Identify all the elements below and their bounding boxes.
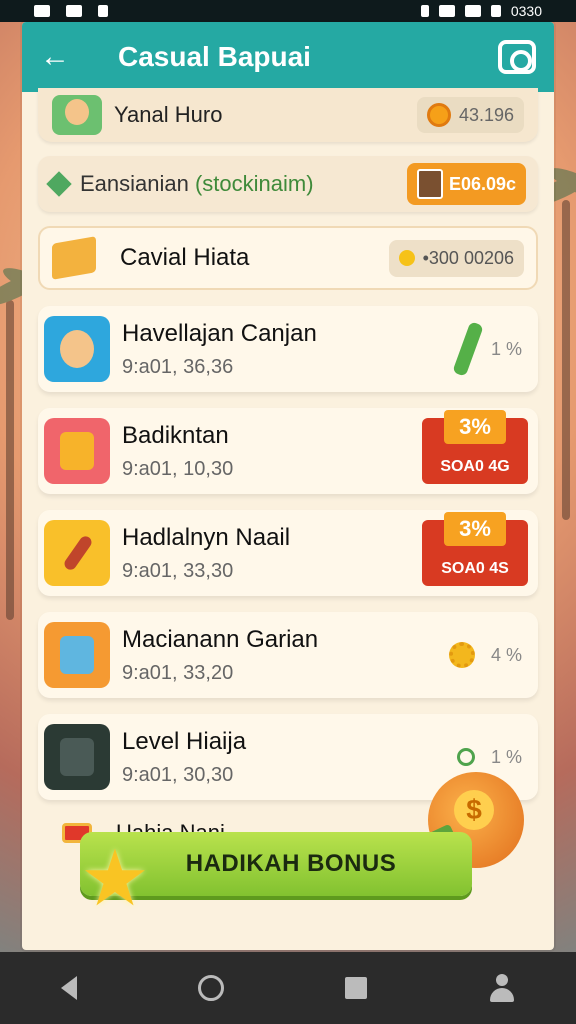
coin-balance: 43.196	[416, 97, 524, 133]
item-right: 4 %	[448, 642, 522, 668]
system-nav-bar	[0, 952, 576, 1024]
bucket-icon	[416, 169, 443, 199]
app-icon	[98, 5, 108, 17]
nav-home-icon[interactable]	[197, 975, 224, 1001]
bluetooth-icon	[420, 5, 429, 17]
discount-badge[interactable]: 3% SOA0 4S	[422, 512, 528, 586]
wifi-icon	[438, 5, 455, 17]
summary-row[interactable]: Eansianian (stockinaim) E06.09c	[38, 156, 538, 212]
summary-label: Eansianian (stockinaim)	[80, 171, 314, 196]
item-subtitle: 9:a01, 36,36	[122, 355, 234, 378]
dollar-coin-icon: $	[454, 790, 494, 830]
signal-icon	[34, 5, 50, 17]
main-content: Yanal Huro 43.196 Eansianian (stockinaim…	[22, 88, 554, 846]
bonus-button-label: HADIKAH BONUS	[185, 850, 397, 877]
item-percent: 1 %	[490, 338, 522, 359]
nav-recents-icon[interactable]	[344, 977, 367, 999]
gem-icon	[46, 171, 72, 197]
list-item[interactable]: Badikntan 9:a01, 10,30 3% SOA0 4G	[38, 408, 538, 494]
app-bar: ← Casual Bapuai	[22, 22, 554, 92]
discount-percent: 3%	[444, 512, 506, 546]
coin-balance-value: 43.196	[458, 104, 514, 125]
item-percent: 1 %	[490, 746, 522, 767]
item-subtitle: 9:a01, 33,20	[122, 661, 234, 684]
star-icon: ★	[80, 834, 150, 922]
item-subtitle: 9:a01, 10,30	[122, 457, 234, 480]
battery-icon	[490, 5, 501, 17]
avatar	[52, 95, 102, 135]
item-subtitle: 9:a01, 33,30	[122, 559, 234, 582]
profile-row[interactable]: Yanal Huro 43.196	[38, 88, 538, 142]
status-bar: 0330	[0, 0, 576, 22]
item-title: Macianann Garian	[122, 625, 319, 653]
item-title: Hadlalnyn Naail	[122, 523, 291, 551]
camera-icon[interactable]	[498, 40, 536, 74]
coin-icon	[426, 103, 451, 127]
box-icon	[52, 236, 96, 280]
person-avatar-icon	[44, 316, 110, 382]
featured-value: •300 00206	[422, 247, 514, 268]
item-right: 1 %	[452, 321, 522, 377]
discount-amount: SOA0 4S	[441, 560, 509, 577]
item-percent: 4 %	[490, 644, 522, 665]
list-item[interactable]: Macianann Garian 9:a01, 33,20 4 %	[38, 612, 538, 698]
item-subtitle: 9:a01, 30,30	[122, 763, 234, 786]
item-right: 1 %	[456, 746, 522, 768]
notification-icon	[66, 5, 82, 17]
item-title: Badikntan	[122, 421, 229, 449]
page-title: Casual Bapuai	[118, 41, 311, 72]
item-title: Level Hiaija	[122, 727, 247, 755]
item-title: Havellajan Canjan	[122, 319, 317, 347]
shop-building-icon	[44, 622, 110, 688]
clock: 0330	[510, 3, 542, 19]
summary-value-badge: E06.09c	[406, 163, 526, 205]
gift-box-icon	[44, 418, 110, 484]
coin-icon	[398, 250, 415, 266]
profile-name: Yanal Huro	[114, 102, 223, 127]
back-button[interactable]: ←	[40, 40, 80, 74]
timer-icon	[456, 748, 475, 766]
cellular-icon	[464, 5, 481, 17]
discount-percent: 3%	[444, 410, 506, 444]
nav-user-icon[interactable]	[488, 974, 516, 1002]
arcade-machine-icon	[44, 724, 110, 790]
discount-badge[interactable]: 3% SOA0 4G	[422, 410, 528, 484]
nav-back-icon[interactable]	[60, 976, 77, 1000]
featured-label: Cavial Hiata	[120, 244, 250, 271]
gear-icon	[448, 642, 475, 668]
summary-value: E06.09c	[448, 173, 516, 194]
discount-amount: SOA0 4G	[440, 458, 510, 475]
list-item[interactable]: Havellajan Canjan 9:a01, 36,36 1 %	[38, 306, 538, 392]
list-item[interactable]: Hadlalnyn Naail 9:a01, 33,30 3% SOA0 4S	[38, 510, 538, 596]
featured-value-pill: •300 00206	[388, 239, 524, 277]
flashlight-icon	[44, 520, 110, 586]
featured-row[interactable]: Cavial Hiata •300 00206	[38, 226, 538, 290]
